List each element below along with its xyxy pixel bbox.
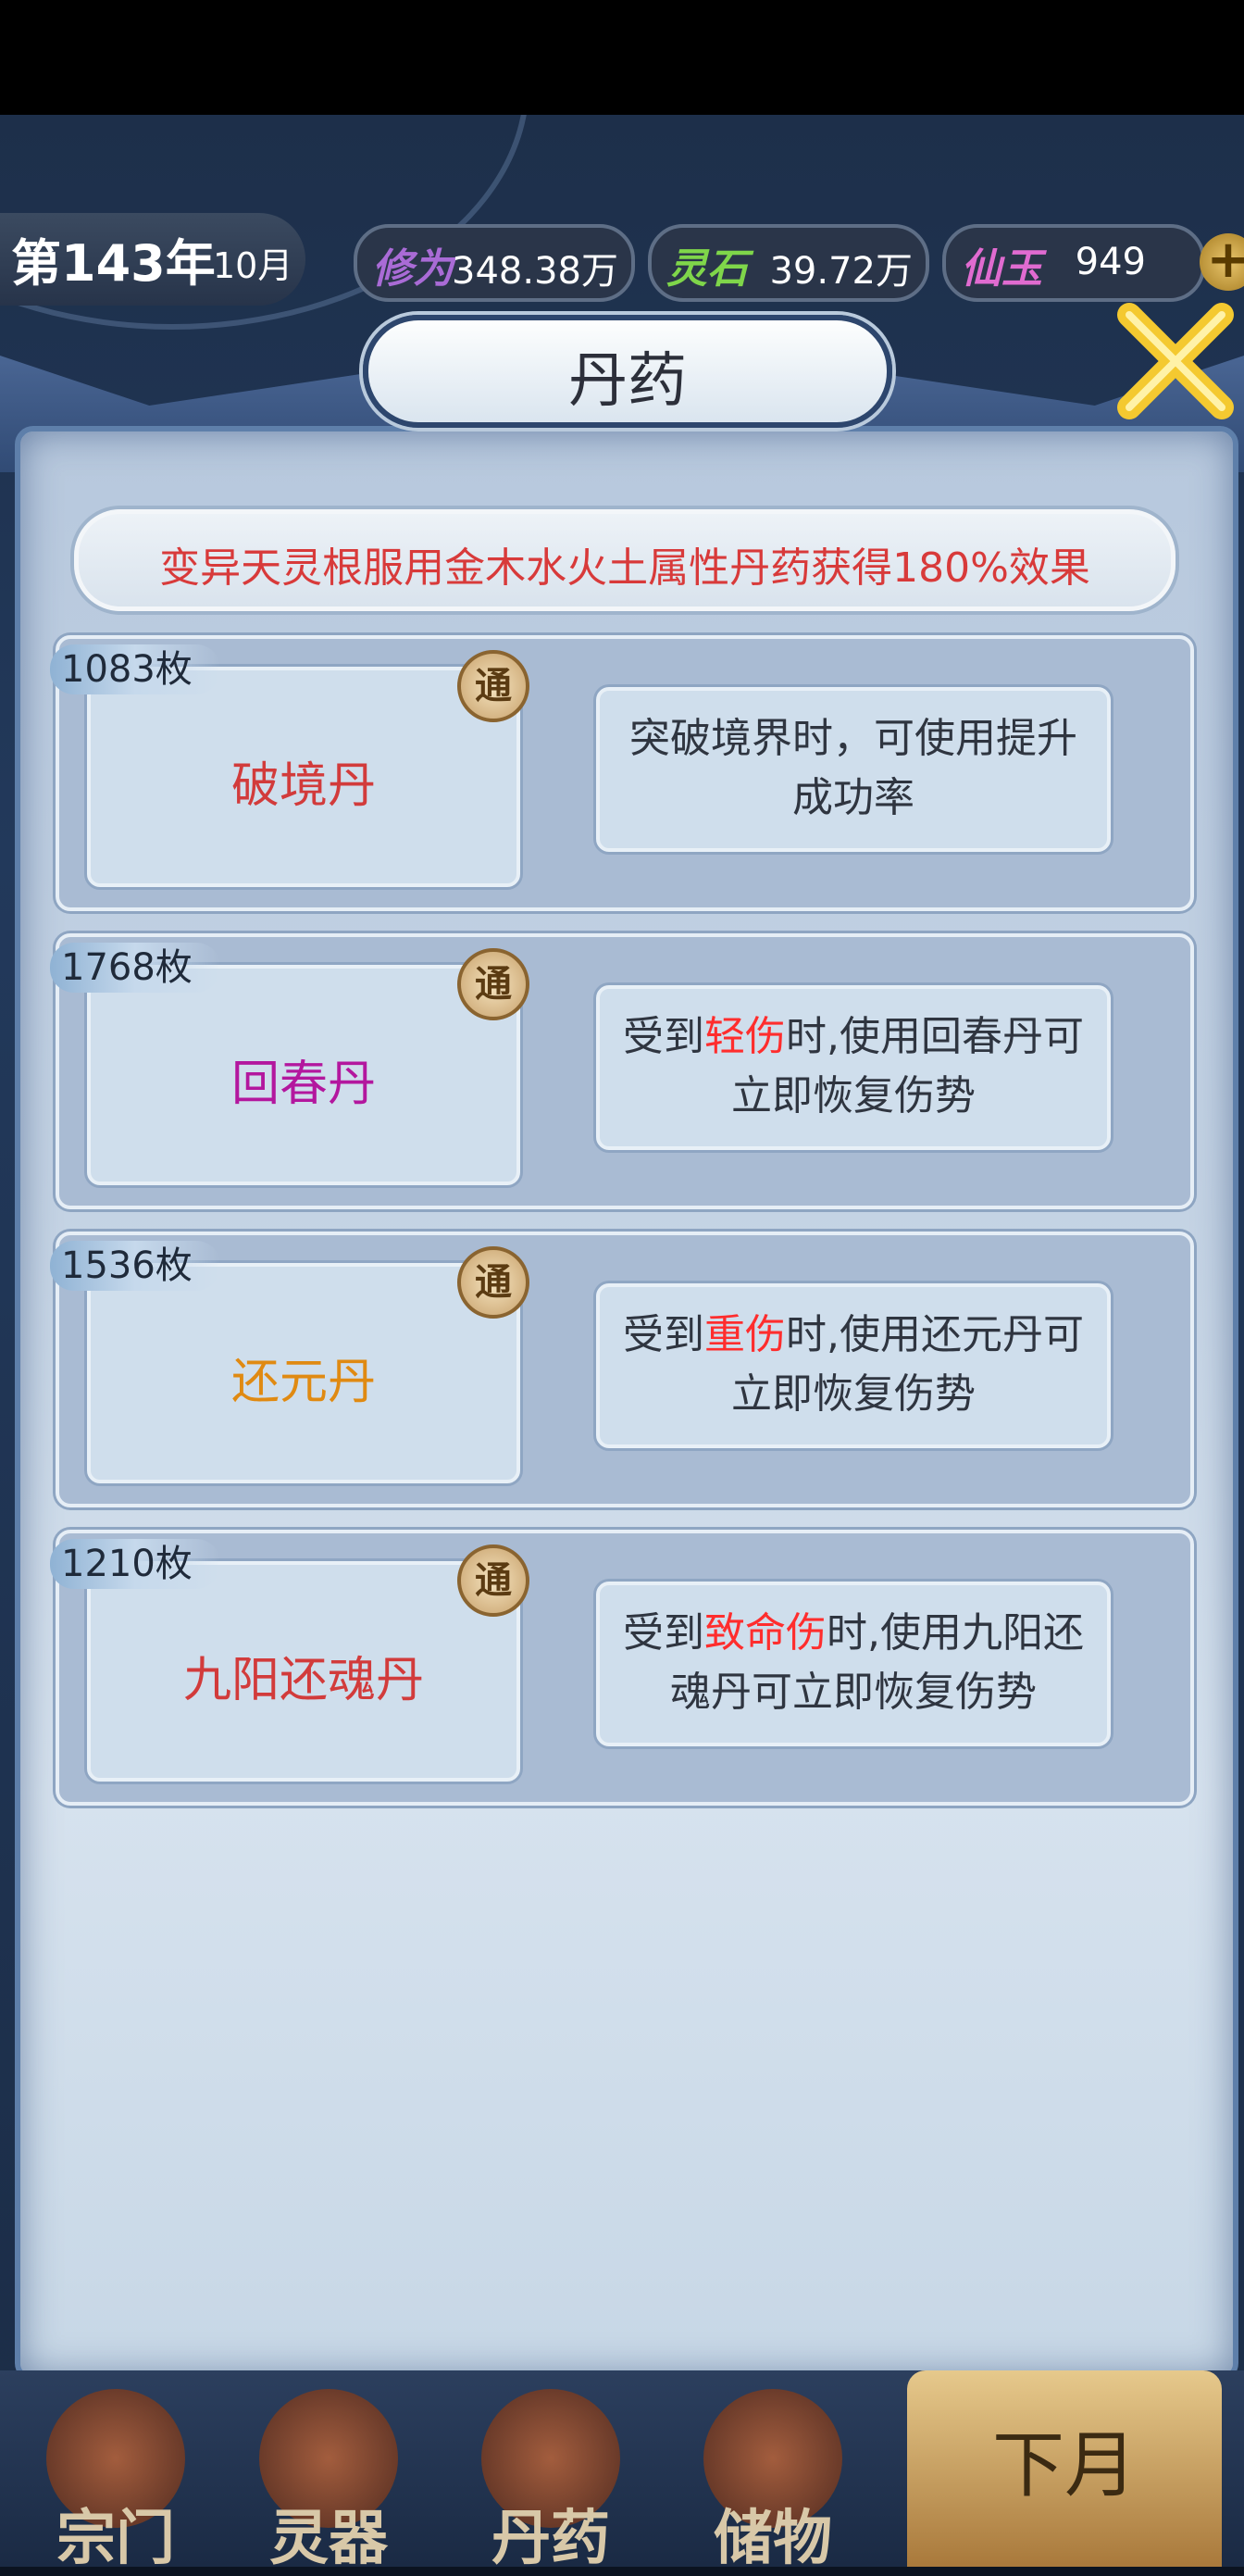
pill-description: 受到轻伤时,使用回春丹可立即恢复伤势 — [596, 985, 1111, 1150]
pill-name: 回春丹 — [230, 1057, 376, 1112]
resource-label: 灵石 — [666, 245, 748, 293]
pill-count: 1768枚 — [50, 943, 220, 993]
bonus-tip: 变异天灵根服用金木水火土属性丹药获得180%效果 — [74, 509, 1176, 611]
year-label: 第143年 — [11, 234, 216, 293]
resource-label: 修为 — [372, 245, 454, 293]
panel-title-text: 丹药 — [568, 347, 687, 416]
nav-pill-button[interactable]: 丹药 — [454, 2389, 648, 2573]
nav-sect-button[interactable]: 宗门 — [19, 2389, 213, 2573]
next-month-button[interactable]: 下月 — [907, 2370, 1222, 2567]
panel-title: 丹药 — [363, 315, 892, 428]
resource-jade: 仙玉 949 — [942, 224, 1205, 302]
nav-storage-button[interactable]: 储物 — [676, 2389, 870, 2573]
pill-card[interactable]: 回春丹 1768枚 通 受到轻伤时,使用回春丹可立即恢复伤势 — [50, 933, 1194, 1209]
pill-name: 九阳还魂丹 — [182, 1653, 424, 1708]
pill-name: 还元丹 — [230, 1355, 376, 1410]
resource-label: 仙玉 — [961, 245, 1042, 293]
pill-description: 突破境界时，可使用提升成功率 — [596, 687, 1111, 852]
pill-name-box[interactable]: 九阳还魂丹 — [87, 1561, 520, 1782]
resource-cultivation: 修为 348.38万 — [354, 224, 635, 302]
date-display: 第143年 10月 — [0, 213, 305, 306]
pill-count: 1083枚 — [50, 644, 220, 694]
pill-name-box[interactable]: 破境丹 — [87, 667, 520, 887]
resource-value: 39.72万 — [769, 250, 913, 293]
pill-name: 破境丹 — [230, 758, 376, 814]
nav-artifact-button[interactable]: 灵器 — [231, 2389, 426, 2573]
pill-name-box[interactable]: 还元丹 — [87, 1263, 520, 1483]
close-icon[interactable] — [1111, 296, 1240, 426]
top-resource-bar: 第143年 10月 修为 348.38万 灵石 39.72万 仙玉 949 — [0, 213, 1244, 306]
pill-card[interactable]: 九阳还魂丹 1210枚 通 受到致命伤时,使用九阳还魂丹可立即恢复伤势 — [50, 1530, 1194, 1806]
pill-card[interactable]: 还元丹 1536枚 通 受到重伤时,使用还元丹可立即恢复伤势 — [50, 1232, 1194, 1507]
plus-icon[interactable]: + — [1200, 233, 1244, 291]
resource-spirit-stone: 灵石 39.72万 — [648, 224, 929, 302]
resource-value: 348.38万 — [452, 250, 618, 293]
rarity-badge: 通 — [457, 1246, 529, 1319]
rarity-badge: 通 — [457, 650, 529, 722]
rarity-badge: 通 — [457, 948, 529, 1020]
pill-count: 1536枚 — [50, 1241, 220, 1291]
bonus-tip-text: 变异天灵根服用金木水火土属性丹药获得180%效果 — [159, 544, 1090, 592]
rarity-badge: 通 — [457, 1544, 529, 1617]
resource-value: 949 — [1075, 241, 1146, 283]
pill-description: 受到重伤时,使用还元丹可立即恢复伤势 — [596, 1283, 1111, 1448]
month-label: 10月 — [213, 245, 293, 286]
pill-description: 受到致命伤时,使用九阳还魂丹可立即恢复伤势 — [596, 1582, 1111, 1746]
status-bar — [0, 0, 1244, 115]
pill-name-box[interactable]: 回春丹 — [87, 965, 520, 1185]
next-month-label: 下月 — [991, 2424, 1137, 2507]
pill-card[interactable]: 破境丹 1083枚 通 突破境界时，可使用提升成功率 — [50, 635, 1194, 911]
pill-count: 1210枚 — [50, 1539, 220, 1589]
